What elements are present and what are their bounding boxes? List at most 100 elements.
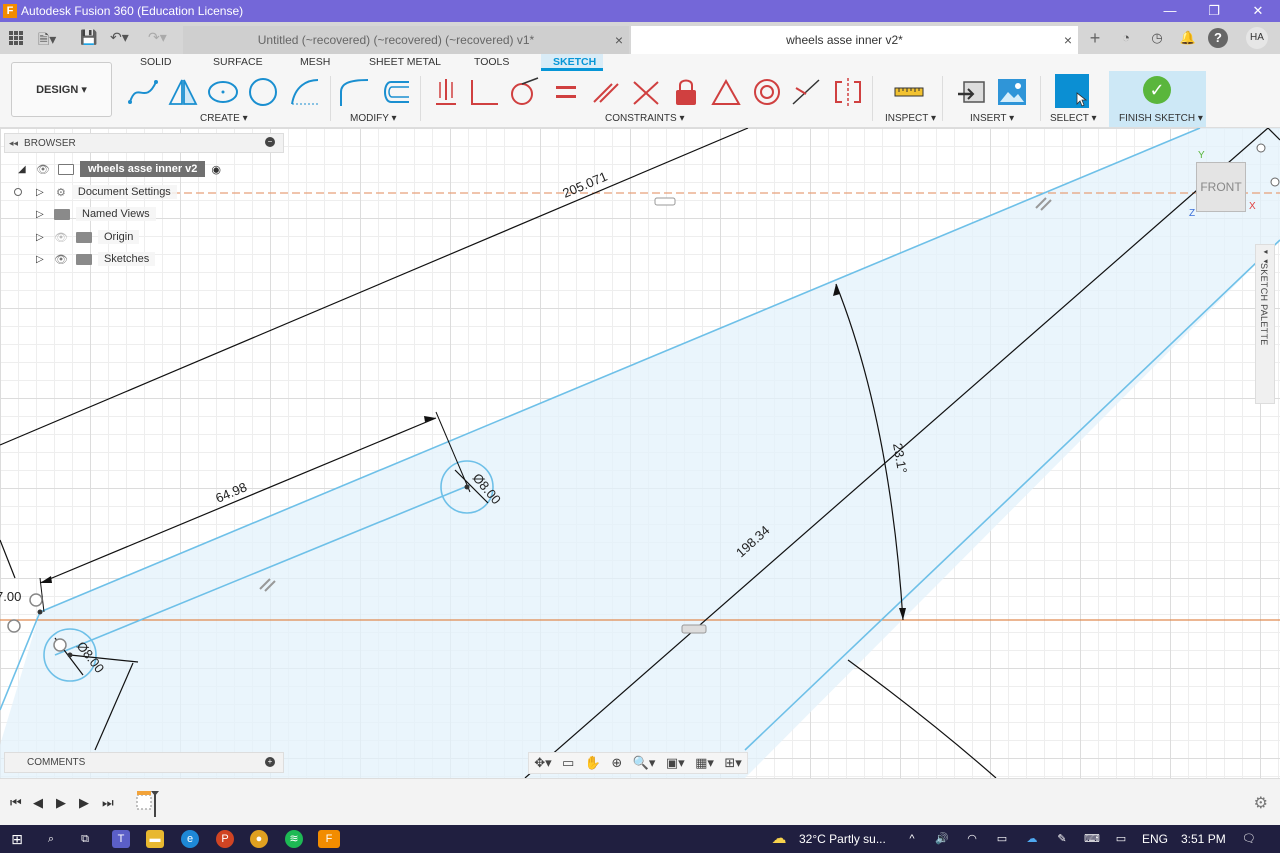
- sketch-palette-tab[interactable]: ◂◂ SKETCH PALETTE: [1255, 244, 1275, 404]
- orbit-icon[interactable]: ✥▾: [534, 755, 551, 771]
- insert-derive-icon[interactable]: [956, 76, 988, 108]
- perpendicular-icon[interactable]: [468, 76, 500, 108]
- tab-mesh[interactable]: MESH: [300, 56, 330, 68]
- language-indicator[interactable]: ENG: [1142, 832, 1168, 846]
- step-forward-icon[interactable]: ▶: [79, 795, 89, 811]
- battery-icon[interactable]: ▭: [993, 830, 1011, 848]
- finish-sketch-button[interactable]: ✓ FINISH SKETCH ▾: [1109, 71, 1206, 127]
- lock-icon[interactable]: [670, 76, 702, 108]
- collapse-browser-icon[interactable]: ◂◂: [9, 138, 18, 149]
- browser-item-named-views[interactable]: ▷ Named Views: [36, 204, 156, 224]
- volume-icon[interactable]: 🔊: [933, 830, 951, 848]
- redo-icon[interactable]: ↷▾: [148, 29, 167, 46]
- arc-icon[interactable]: [289, 76, 321, 108]
- browser-root-item[interactable]: ◢ 👁 wheels asse inner v2 ◉: [18, 159, 221, 179]
- view-cube[interactable]: FRONT: [1196, 162, 1246, 212]
- mirror-icon[interactable]: [167, 76, 199, 108]
- sketch-timeline-feature-icon[interactable]: [135, 789, 161, 817]
- close-tab-icon[interactable]: ×: [609, 32, 629, 48]
- file-menu-icon[interactable]: 🗎▾: [38, 29, 56, 53]
- expand-triangle-icon[interactable]: ▷: [36, 209, 50, 220]
- fillet-icon[interactable]: [338, 76, 370, 108]
- tab-solid[interactable]: SOLID: [140, 56, 172, 68]
- visibility-eye-icon[interactable]: 👁: [54, 231, 68, 244]
- select-menu[interactable]: SELECT ▾: [1050, 113, 1097, 124]
- edge-icon[interactable]: e: [181, 830, 199, 848]
- spline-icon[interactable]: [127, 76, 159, 108]
- expand-triangle-icon[interactable]: ▷: [36, 254, 50, 265]
- help-icon[interactable]: ?: [1208, 28, 1228, 48]
- add-comment-icon[interactable]: +: [265, 757, 275, 767]
- ellipse-icon[interactable]: [207, 76, 239, 108]
- modify-menu[interactable]: MODIFY ▾: [350, 113, 397, 124]
- equal-icon[interactable]: [550, 76, 582, 108]
- fusion-taskbar-icon[interactable]: F: [318, 830, 340, 848]
- extensions-icon[interactable]: ◔: [1116, 28, 1136, 48]
- search-icon[interactable]: ⌕: [42, 830, 60, 848]
- user-avatar[interactable]: HA: [1246, 27, 1268, 49]
- windows-start-icon[interactable]: ⊞: [8, 830, 26, 848]
- grid-settings-icon[interactable]: ▦▾: [695, 755, 714, 771]
- tab-surface[interactable]: SURFACE: [213, 56, 263, 68]
- teams-icon[interactable]: T: [112, 830, 130, 848]
- onedrive-icon[interactable]: ☁: [1023, 830, 1041, 848]
- restore-button[interactable]: ❐: [1192, 0, 1236, 22]
- undo-icon[interactable]: ↶▾: [110, 29, 129, 46]
- close-tab-icon[interactable]: ×: [1058, 32, 1078, 48]
- visibility-eye-icon[interactable]: 👁: [36, 163, 50, 176]
- pan-hand-icon[interactable]: ✋: [585, 755, 601, 771]
- triangle-constraint-icon[interactable]: [710, 76, 742, 108]
- weather-icon[interactable]: ☁: [770, 830, 788, 848]
- powerpoint-icon[interactable]: P: [216, 830, 234, 848]
- go-to-end-icon[interactable]: ⏭: [102, 795, 114, 811]
- sketch-canvas[interactable]: 205.071 64.98 Ø8.00 Ø8.00 198.34 23.1° 7…: [0, 128, 1280, 778]
- zoom-icon[interactable]: ⊕: [611, 755, 622, 771]
- data-panel-grid-icon[interactable]: [8, 30, 24, 46]
- step-back-icon[interactable]: ◀: [33, 795, 43, 811]
- display-icon[interactable]: ▭: [1112, 830, 1130, 848]
- weather-text[interactable]: 32°C Partly su...: [799, 832, 886, 846]
- timeline-settings-gear-icon[interactable]: ⚙: [1254, 793, 1268, 813]
- show-hidden-icons[interactable]: ^: [903, 830, 921, 848]
- symmetry-icon[interactable]: [832, 76, 864, 108]
- chrome-icon[interactable]: ●: [250, 830, 268, 848]
- clock-time[interactable]: 3:51 PM: [1181, 832, 1226, 846]
- collinear-icon[interactable]: [630, 76, 662, 108]
- inspect-menu[interactable]: INSPECT ▾: [885, 113, 936, 124]
- file-explorer-icon[interactable]: ▬: [146, 830, 164, 848]
- concentric-icon[interactable]: [751, 76, 783, 108]
- browser-item-origin[interactable]: ▷ 👁 Origin: [36, 227, 140, 247]
- workspace-switcher-button[interactable]: DESIGN ▾: [11, 62, 112, 117]
- create-menu[interactable]: CREATE ▾: [200, 113, 248, 124]
- minimize-button[interactable]: —: [1148, 0, 1192, 22]
- task-view-icon[interactable]: ⧉: [76, 830, 94, 848]
- circle-icon[interactable]: [247, 76, 279, 108]
- visibility-eye-icon[interactable]: 👁: [54, 253, 68, 266]
- activate-radio-icon[interactable]: ◉: [211, 163, 221, 176]
- pen-icon[interactable]: ✎: [1053, 830, 1071, 848]
- notification-center-icon[interactable]: 🗨: [1240, 830, 1258, 848]
- tangent-icon[interactable]: [508, 76, 540, 108]
- tab-wheels-asse-inner[interactable]: wheels asse inner v2* ×: [631, 26, 1078, 54]
- save-icon[interactable]: 💾: [80, 29, 97, 46]
- tab-untitled[interactable]: Untitled (~recovered) (~recovered) (~rec…: [183, 26, 629, 54]
- comments-panel[interactable]: COMMENTS +: [4, 752, 284, 773]
- go-to-start-icon[interactable]: ⏮: [10, 795, 22, 811]
- browser-item-document-settings[interactable]: ▷ ⚙ Document Settings: [36, 182, 177, 202]
- fit-icon[interactable]: 🔍▾: [633, 755, 656, 771]
- spotify-icon[interactable]: ≋: [285, 830, 303, 848]
- constraints-menu[interactable]: CONSTRAINTS ▾: [605, 113, 684, 124]
- new-tab-icon[interactable]: +: [1085, 28, 1105, 48]
- expand-triangle-icon[interactable]: ◢: [18, 164, 32, 175]
- wifi-icon[interactable]: ◠: [963, 830, 981, 848]
- look-at-icon[interactable]: ▭: [562, 755, 574, 771]
- select-button[interactable]: [1055, 74, 1089, 108]
- fix-constraint-icon[interactable]: [430, 76, 462, 108]
- display-settings-icon[interactable]: ▣▾: [666, 755, 685, 771]
- measure-icon[interactable]: [893, 76, 925, 108]
- tab-tools[interactable]: TOOLS: [474, 56, 509, 68]
- close-window-button[interactable]: ✕: [1236, 0, 1280, 22]
- viewports-icon[interactable]: ⊞▾: [724, 755, 741, 771]
- insert-canvas-icon[interactable]: [996, 76, 1028, 108]
- tab-sketch[interactable]: SKETCH: [553, 56, 596, 68]
